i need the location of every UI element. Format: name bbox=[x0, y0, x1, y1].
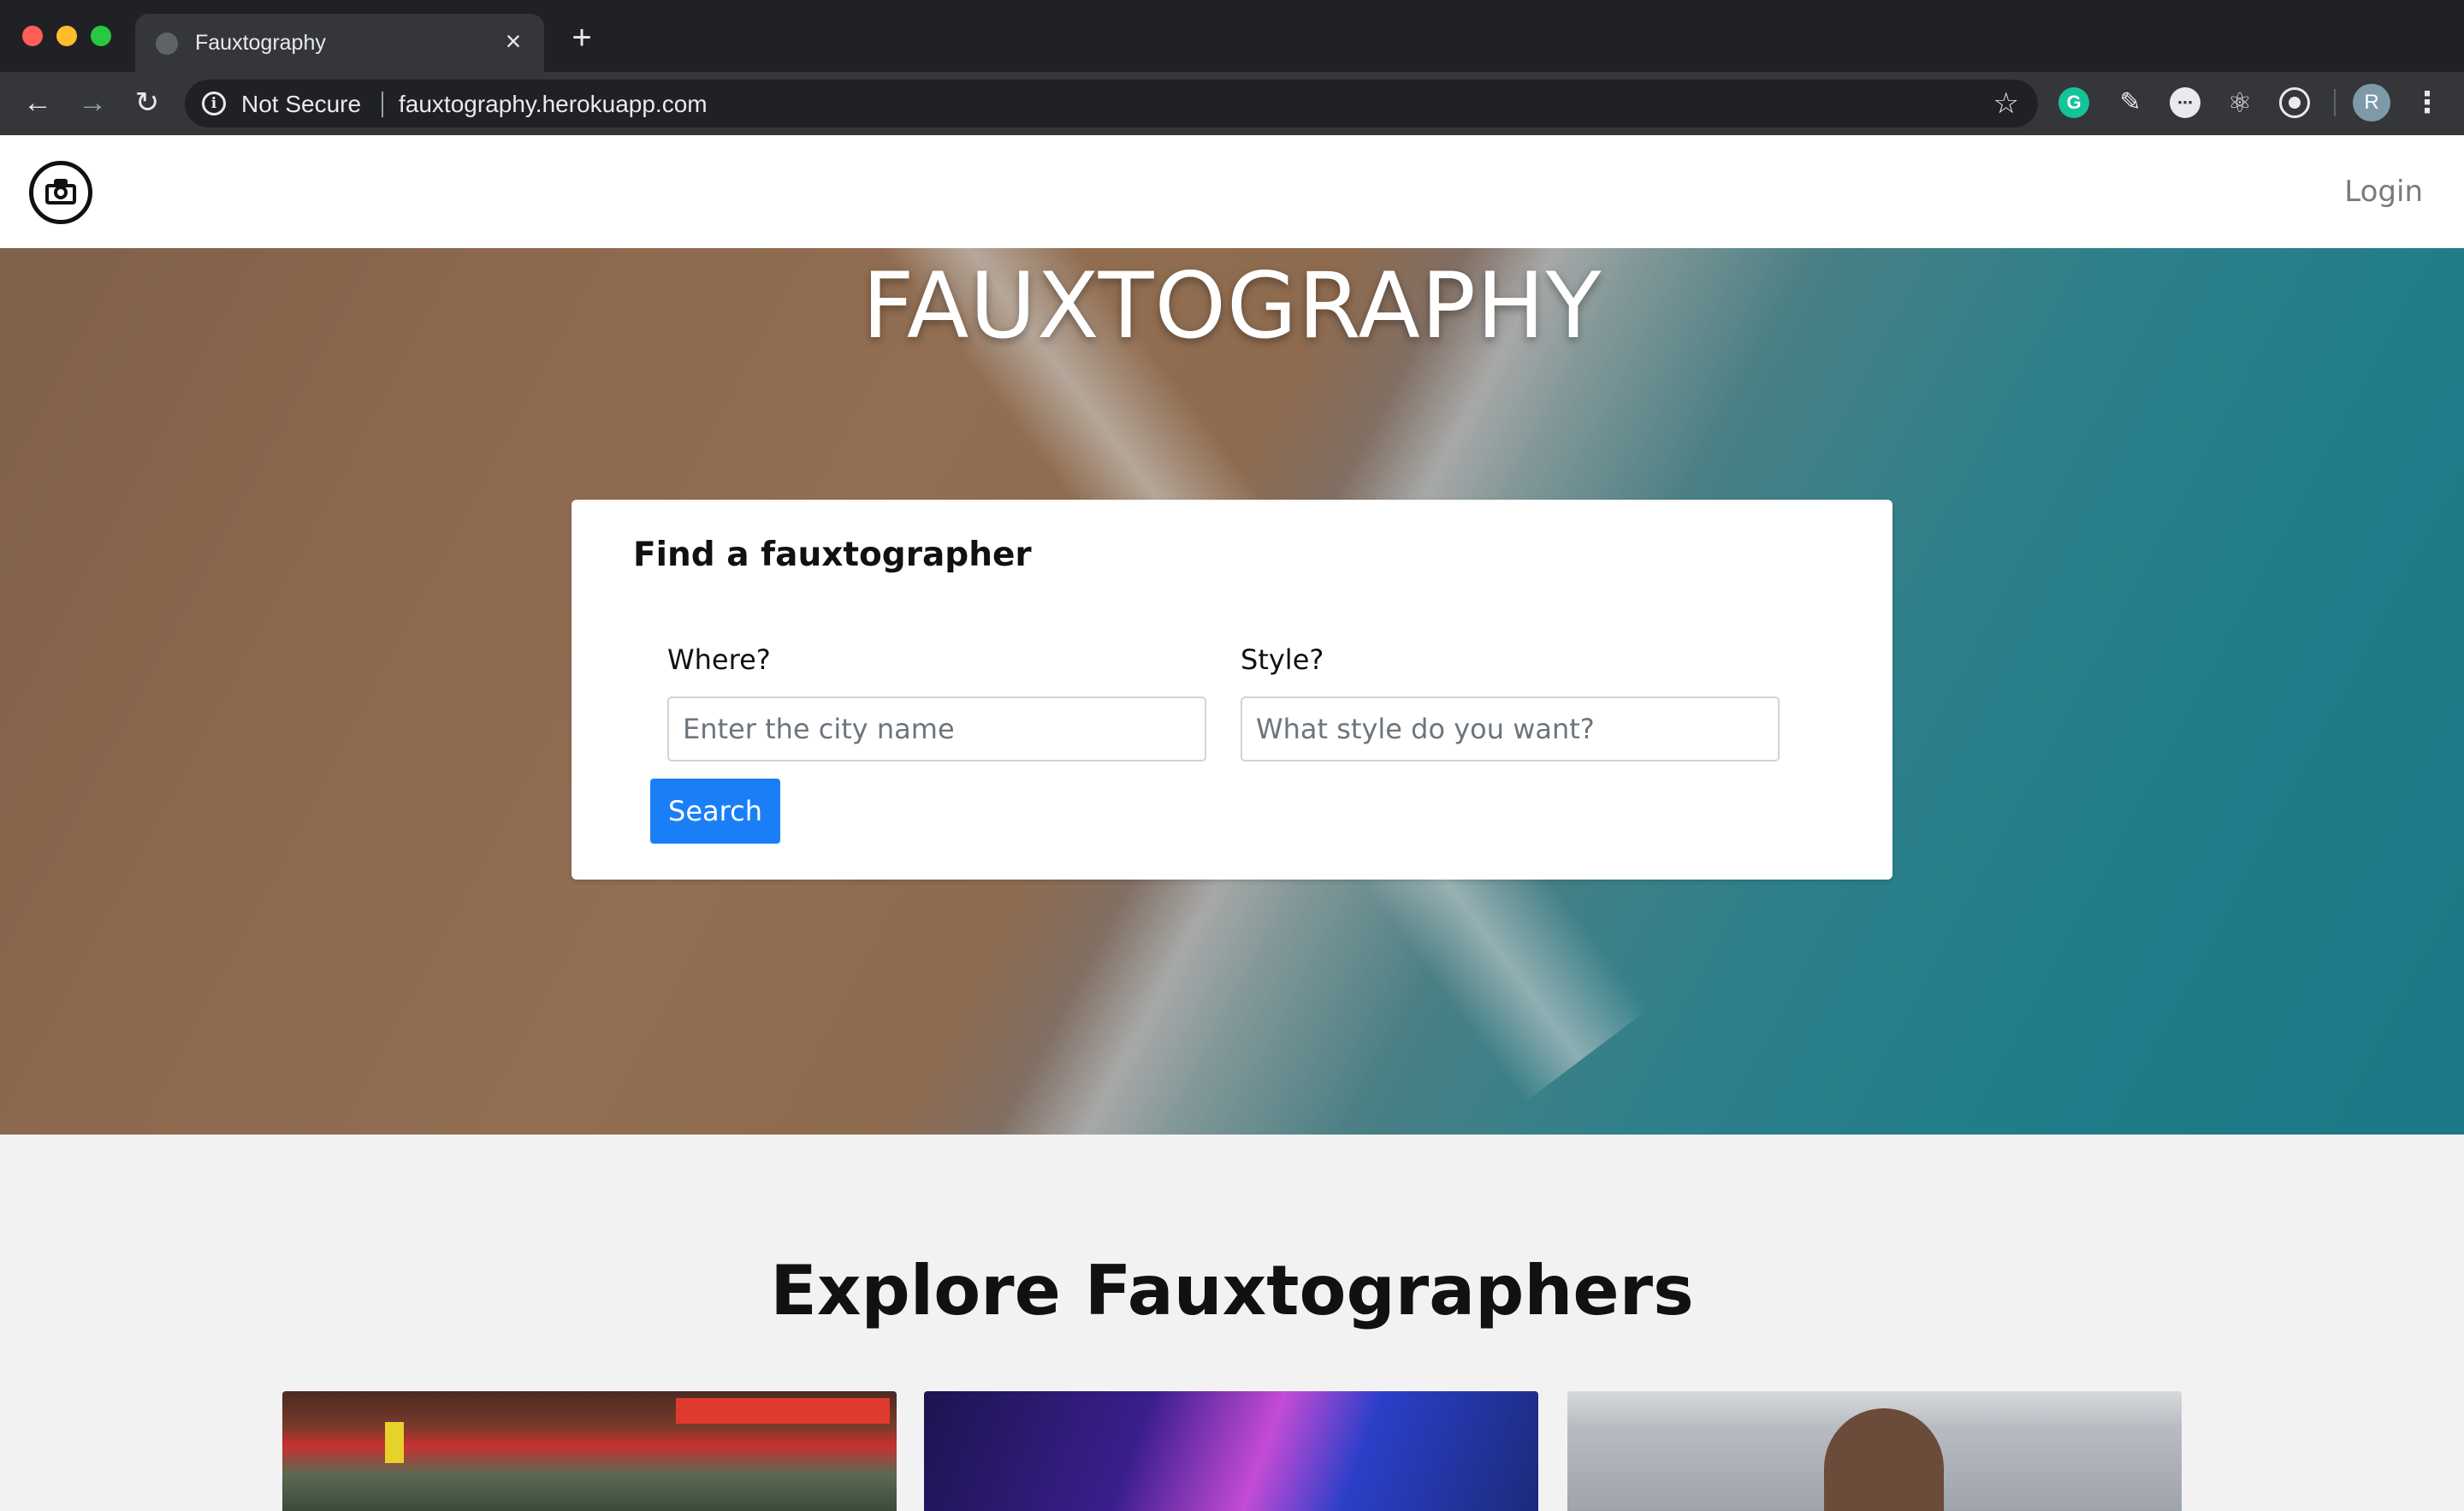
info-icon[interactable]: i bbox=[202, 92, 226, 116]
tab-close-icon[interactable]: × bbox=[498, 26, 529, 56]
explore-title: Explore Fauxtographers bbox=[770, 1251, 1694, 1330]
bookmark-star-icon[interactable]: ☆ bbox=[1993, 86, 2019, 121]
minimize-window-button[interactable] bbox=[56, 26, 77, 46]
browser-menu-icon[interactable]: ⋮ bbox=[2413, 84, 2442, 121]
search-button[interactable]: Search bbox=[650, 779, 780, 844]
crosswalk-sign bbox=[385, 1422, 404, 1463]
dots-extension-icon[interactable]: ⋯ bbox=[2170, 87, 2200, 118]
site-navbar: Login bbox=[0, 135, 2464, 248]
search-card: Find a fauxtographer Where? Style? Searc… bbox=[572, 500, 1892, 880]
security-label[interactable]: Not Secure bbox=[241, 91, 361, 118]
photographer-card-neon[interactable] bbox=[924, 1391, 1538, 1511]
storefront-awning bbox=[676, 1398, 890, 1424]
style-label: Style? bbox=[1241, 643, 1324, 676]
maximize-window-button[interactable] bbox=[91, 26, 111, 46]
globe-icon bbox=[156, 33, 178, 55]
omnibox-divider bbox=[382, 92, 383, 117]
photographer-card-city[interactable] bbox=[282, 1391, 897, 1511]
close-window-button[interactable] bbox=[22, 26, 43, 46]
photographer-card-couple[interactable] bbox=[1567, 1391, 2182, 1511]
reload-icon[interactable]: ↻ bbox=[128, 84, 166, 121]
address-bar[interactable]: i Not Secure fauxtography.herokuapp.com … bbox=[185, 80, 2038, 127]
couple-figure bbox=[1824, 1408, 1944, 1511]
target-extension-icon[interactable] bbox=[2279, 87, 2310, 118]
camera-logo-icon[interactable] bbox=[29, 161, 92, 224]
toolbar-divider bbox=[2334, 89, 2336, 116]
profile-avatar[interactable]: R bbox=[2353, 84, 2390, 121]
search-card-title: Find a fauxtographer bbox=[633, 536, 1032, 574]
react-devtools-icon[interactable]: ⚛ bbox=[2224, 87, 2255, 118]
where-label: Where? bbox=[667, 643, 771, 676]
camera-logo-lens bbox=[54, 186, 68, 199]
login-link[interactable]: Login bbox=[2344, 175, 2423, 209]
pen-extension-icon[interactable]: ✎ bbox=[2115, 87, 2146, 118]
grammarly-extension-icon[interactable]: G bbox=[2058, 87, 2089, 118]
browser-tab-strip: Fauxtography × + bbox=[0, 0, 2464, 72]
city-input[interactable] bbox=[667, 696, 1206, 761]
style-input[interactable] bbox=[1241, 696, 1780, 761]
forward-arrow-icon[interactable]: → bbox=[74, 84, 111, 121]
new-tab-icon[interactable]: + bbox=[565, 21, 599, 55]
browser-toolbar: ← → ↻ i Not Secure fauxtography.herokuap… bbox=[0, 72, 2464, 135]
hero-title: FAUXTOGRAPHY bbox=[862, 253, 1602, 358]
browser-tab[interactable]: Fauxtography × bbox=[135, 14, 544, 72]
back-arrow-icon[interactable]: ← bbox=[19, 84, 56, 121]
tab-title: Fauxtography bbox=[195, 31, 326, 55]
url-text[interactable]: fauxtography.herokuapp.com bbox=[399, 91, 708, 118]
